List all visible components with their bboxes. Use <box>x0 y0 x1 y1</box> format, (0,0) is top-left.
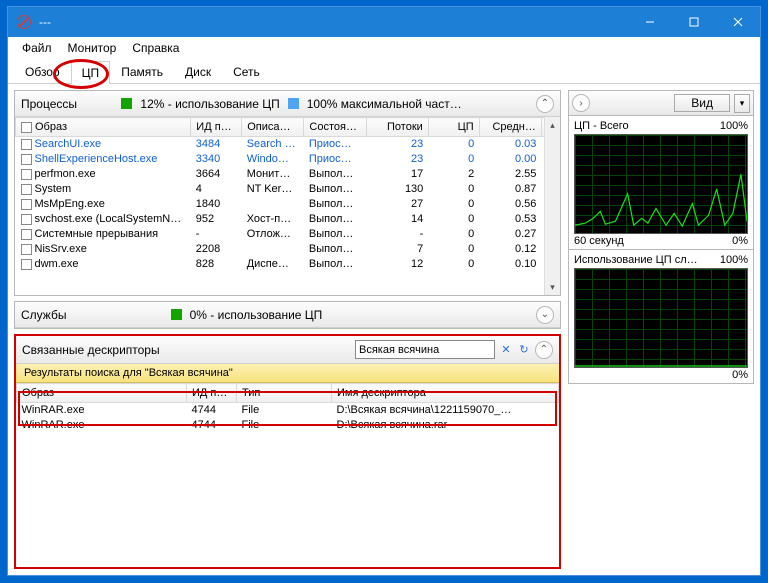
tab-network[interactable]: Сеть <box>222 60 271 83</box>
descriptors-title: Связанные дескрипторы <box>22 343 160 357</box>
titlebar[interactable]: --- <box>8 7 760 37</box>
cpu-total-pct: 100% <box>720 120 748 132</box>
checkbox[interactable] <box>21 199 32 210</box>
tab-cpu[interactable]: ЦП <box>71 61 111 84</box>
sidebar-toggle[interactable]: › <box>572 94 590 112</box>
minimize-button[interactable] <box>628 7 672 37</box>
col-pid[interactable]: ИД п… <box>187 384 237 403</box>
maximize-button[interactable] <box>672 7 716 37</box>
checkbox[interactable] <box>21 184 32 195</box>
descriptors-table: Образ ИД п… Тип Имя дескриптора WinRAR.e… <box>16 383 559 433</box>
view-dropdown[interactable]: ▾ <box>734 94 750 113</box>
scrollbar[interactable]: ▴▾ <box>544 117 560 295</box>
cpu-service-title: Использование ЦП сл… <box>574 254 698 266</box>
right-header: › Вид ▾ <box>568 90 754 116</box>
cpu-usage-text: 12% - использование ЦП <box>140 97 279 111</box>
cpu-total-graph <box>574 134 748 234</box>
table-row[interactable]: perfmon.exe3664Монит…Выпол…1722.55 <box>16 167 560 182</box>
checkbox[interactable] <box>21 214 32 225</box>
checkbox[interactable] <box>21 139 32 150</box>
col-pid[interactable]: ИД п… <box>191 118 242 137</box>
table-row[interactable]: WinRAR.exe4744FileD:\Всякая всячина\1221… <box>17 403 559 418</box>
services-header[interactable]: Службы 0% - использование ЦП ⌄ <box>15 302 560 328</box>
app-window: --- Файл Монитор Справка Обзор ЦП Память… <box>7 6 761 576</box>
col-image[interactable]: Образ <box>16 118 191 137</box>
services-panel: Службы 0% - использование ЦП ⌄ <box>14 301 561 329</box>
view-button[interactable]: Вид <box>674 94 730 112</box>
checkbox[interactable] <box>21 229 32 240</box>
checkbox[interactable] <box>21 169 32 180</box>
services-title: Службы <box>21 308 66 322</box>
col-cpu[interactable]: ЦП <box>428 118 479 137</box>
table-row[interactable]: svchost.exe (LocalSystemNet…952Хост-п…Вы… <box>16 212 560 227</box>
col-image[interactable]: Образ <box>17 384 187 403</box>
col-threads[interactable]: Потоки <box>366 118 428 137</box>
col-status[interactable]: Состоя… <box>304 118 366 137</box>
collapse-button[interactable]: ⌃ <box>536 95 554 113</box>
right-sidebar: › Вид ▾ ЦП - Всего 100% 60 секунд 0% <box>568 90 754 569</box>
table-row[interactable]: NisSrv.exe2208Выпол…700.12 <box>16 242 560 257</box>
col-avg[interactable]: Средн… <box>479 118 541 137</box>
close-button[interactable] <box>716 7 760 37</box>
descriptors-panel: Связанные дескрипторы ✕ ↻ ⌃ Результаты п… <box>14 334 561 569</box>
cpu-total-block: ЦП - Всего 100% 60 секунд 0% <box>568 116 754 250</box>
table-row[interactable]: Системные прерывания-Отлож…Выпол…-00.27 <box>16 227 560 242</box>
collapse-button[interactable]: ⌃ <box>535 341 553 359</box>
cpu-usage-icon <box>171 309 182 320</box>
tabbar: Обзор ЦП Память Диск Сеть <box>8 59 760 84</box>
checkbox[interactable] <box>21 244 32 255</box>
refresh-icon[interactable]: ↻ <box>517 343 531 357</box>
cpu-service-block: Использование ЦП сл… 100% 0% <box>568 250 754 384</box>
tab-memory[interactable]: Память <box>110 60 174 83</box>
cpu-freq-text: 100% максимальной част… <box>307 97 462 111</box>
processes-panel: Процессы 12% - использование ЦП 100% мак… <box>14 90 561 296</box>
table-row[interactable]: WinRAR.exe4744FileD:\Всякая всячина.rar <box>17 418 559 433</box>
descriptors-header[interactable]: Связанные дескрипторы ✕ ↻ ⌃ <box>16 336 559 364</box>
search-results-label: Результаты поиска для "Всякая всячина" <box>16 364 559 383</box>
tab-overview[interactable]: Обзор <box>14 60 71 83</box>
processes-title: Процессы <box>21 97 77 111</box>
cpu-service-pct: 100% <box>720 254 748 266</box>
table-row[interactable]: MsMpEng.exe1840Выпол…2700.56 <box>16 197 560 212</box>
checkbox[interactable] <box>21 259 32 270</box>
sixty-sec-label: 60 секунд <box>574 235 624 247</box>
cpu-freq-icon <box>288 98 299 109</box>
cpu-usage-icon <box>121 98 132 109</box>
cpu-service-graph <box>574 268 748 368</box>
checkbox-all[interactable] <box>21 122 32 133</box>
processes-table: Образ ИД п… Описа… Состоя… Потоки ЦП Сре… <box>15 117 560 272</box>
table-row[interactable]: dwm.exe828Диспе…Выпол…1200.10 <box>16 257 560 272</box>
zero-label: 0% <box>732 369 748 381</box>
menubar: Файл Монитор Справка <box>8 37 760 59</box>
menu-monitor[interactable]: Монитор <box>60 39 125 57</box>
cpu-total-title: ЦП - Всего <box>574 120 629 132</box>
table-row[interactable]: SearchUI.exe3484Search …Приос…2300.03 <box>16 137 560 152</box>
zero-label: 0% <box>732 235 748 247</box>
checkbox[interactable] <box>21 154 32 165</box>
col-desc[interactable]: Описа… <box>242 118 304 137</box>
menu-file[interactable]: Файл <box>14 39 60 57</box>
col-type[interactable]: Тип <box>237 384 332 403</box>
menu-help[interactable]: Справка <box>124 39 187 57</box>
table-row[interactable]: ShellExperienceHost.exe3340Windo…Приос…2… <box>16 152 560 167</box>
services-stat: 0% - использование ЦП <box>190 308 323 322</box>
search-input[interactable] <box>355 340 495 359</box>
window-title: --- <box>39 15 628 29</box>
expand-button[interactable]: ⌄ <box>536 306 554 324</box>
table-row[interactable]: System4NT Ker…Выпол…13000.87 <box>16 182 560 197</box>
col-name[interactable]: Имя дескриптора <box>332 384 559 403</box>
app-icon <box>17 15 31 29</box>
processes-header[interactable]: Процессы 12% - использование ЦП 100% мак… <box>15 91 560 117</box>
clear-search-icon[interactable]: ✕ <box>499 343 513 357</box>
tab-disk[interactable]: Диск <box>174 60 222 83</box>
